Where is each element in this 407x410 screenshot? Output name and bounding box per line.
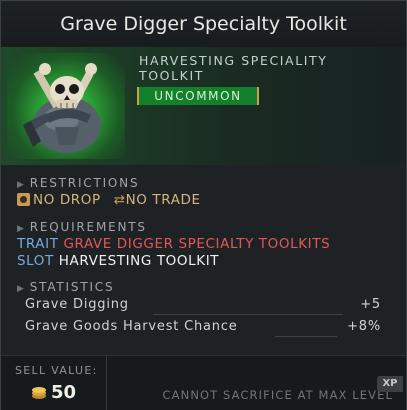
skull-sack-icon bbox=[23, 63, 101, 153]
sell-value-box: SELL VALUE: 50 bbox=[1, 356, 107, 410]
trait-label: TRAIT bbox=[17, 236, 59, 252]
stat-label: Grave Digging bbox=[25, 297, 129, 312]
stat-label: Grave Goods Harvest Chance bbox=[25, 319, 238, 334]
statistics-header-label: STATISTICS bbox=[29, 280, 115, 294]
no-trade-icon: ⇄ bbox=[113, 192, 126, 208]
no-drop-label: NO DROP bbox=[33, 192, 101, 208]
section-arrow-icon: ▶ bbox=[17, 284, 26, 294]
trait-row: TRAIT GRAVE DIGGER SPECIALTY TOOLKITS bbox=[17, 236, 330, 252]
trait-value: GRAVE DIGGER SPECIALTY TOOLKITS bbox=[63, 236, 331, 252]
section-arrow-icon: ▶ bbox=[17, 180, 26, 190]
slot-label: SLOT bbox=[17, 253, 54, 269]
no-drop-icon bbox=[17, 193, 30, 206]
cannot-sacrifice-text: CANNOT SACRIFICE AT MAX LEVEL bbox=[162, 388, 393, 402]
item-header-panel: HARVESTING SPECIALITY TOOLKIT UNCOMMON bbox=[1, 47, 406, 165]
slot-row: SLOT HARVESTING TOOLKIT bbox=[17, 253, 219, 269]
coin-icon bbox=[32, 387, 46, 399]
no-trade-label: NO TRADE bbox=[125, 192, 201, 208]
stat-row: Grave Goods Harvest Chance +8% bbox=[25, 319, 381, 337]
stat-divider bbox=[275, 336, 337, 337]
restrictions-header: ▶ RESTRICTIONS bbox=[17, 176, 139, 190]
requirements-header: ▶ REQUIREMENTS bbox=[17, 220, 147, 234]
slot-value: HARVESTING TOOLKIT bbox=[58, 253, 220, 269]
item-details: ▶ RESTRICTIONS NO DROP ⇄NO TRADE ▶ REQUIRE… bbox=[1, 165, 406, 355]
item-tooltip: Grave Digger Specialty Toolkit HARVESTIN… bbox=[0, 0, 407, 410]
xp-badge: XP bbox=[377, 376, 403, 392]
tooltip-footer: SELL VALUE: 50 CANNOT SACRIFICE AT MAX L… bbox=[1, 355, 406, 410]
stat-row: Grave Digging +5 bbox=[25, 297, 381, 315]
requirements-header-label: REQUIREMENTS bbox=[29, 220, 147, 234]
restrictions-header-label: RESTRICTIONS bbox=[29, 176, 140, 190]
section-arrow-icon: ▶ bbox=[17, 224, 26, 234]
restrictions-row: NO DROP ⇄NO TRADE bbox=[17, 192, 201, 208]
stat-value: +8% bbox=[347, 319, 381, 334]
item-title: Grave Digger Specialty Toolkit bbox=[1, 1, 406, 48]
rarity-badge: UNCOMMON bbox=[137, 87, 259, 105]
stat-value: +5 bbox=[360, 297, 381, 312]
statistics-header: ▶ STATISTICS bbox=[17, 280, 114, 294]
sell-value: 50 bbox=[51, 382, 77, 403]
sell-value-label: SELL VALUE: bbox=[15, 364, 98, 377]
item-subtitle: HARVESTING SPECIALITY TOOLKIT bbox=[139, 53, 328, 83]
stat-divider bbox=[153, 314, 343, 315]
